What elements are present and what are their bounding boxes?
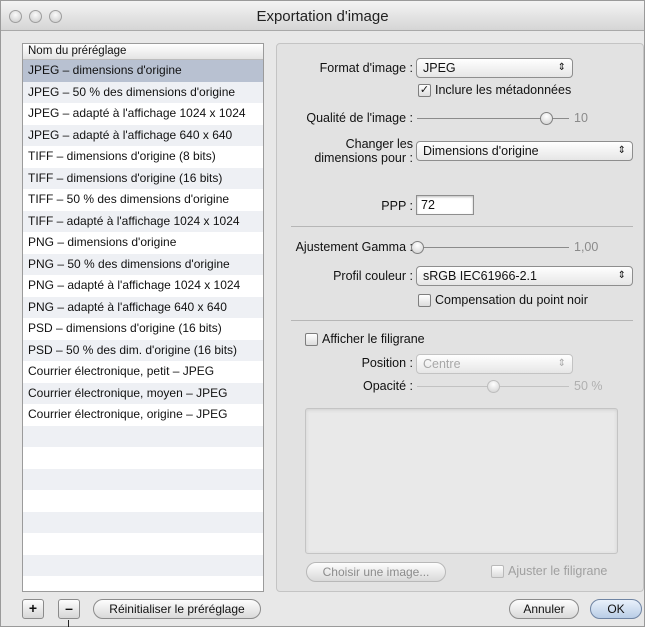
export-image-window: Exportation d'image Nom du préréglage JP…: [0, 0, 645, 627]
ppp-label: PPP :: [381, 199, 413, 213]
black-point-checkbox[interactable]: [418, 294, 431, 307]
opacity-slider-knob[interactable]: [487, 380, 500, 393]
preset-item[interactable]: TIFF – adapté à l'affichage 1024 x 1024: [23, 210, 263, 232]
preset-item[interactable]: Courrier électronique, moyen – JPEG: [23, 382, 263, 404]
opacity-value: 50 %: [574, 379, 603, 393]
checkmark-icon: ✓: [419, 84, 430, 96]
format-popup[interactable]: JPEG ⇕: [416, 58, 573, 78]
preset-item[interactable]: TIFF – dimensions d'origine (8 bits): [23, 146, 263, 168]
color-profile-popup[interactable]: sRGB IEC61966-2.1 ⇕: [416, 266, 633, 286]
separator: [291, 320, 633, 321]
gamma-label: Ajustement Gamma :: [295, 240, 413, 254]
updown-arrows-icon: ⇕: [617, 270, 626, 281]
empty-row: [23, 533, 263, 555]
settings-panel: Format d'image : JPEG ⇕ ✓ Inclure les mé…: [276, 43, 644, 592]
preset-item[interactable]: PNG – adapté à l'affichage 640 x 640: [23, 296, 263, 318]
preset-item[interactable]: PNG – dimensions d'origine: [23, 232, 263, 254]
preset-item[interactable]: Courrier électronique, petit – JPEG: [23, 361, 263, 383]
empty-row: [23, 511, 263, 533]
preset-item[interactable]: PNG – adapté à l'affichage 1024 x 1024: [23, 275, 263, 297]
add-preset-button[interactable]: +: [22, 599, 44, 619]
position-popup[interactable]: Centre ⇕: [416, 354, 573, 374]
black-point-label: Compensation du point noir: [435, 293, 588, 307]
preset-item[interactable]: PNG – 50 % des dimensions d'origine: [23, 253, 263, 275]
resize-popup[interactable]: Dimensions d'origine ⇕: [416, 141, 633, 161]
fit-watermark-checkbox[interactable]: [491, 565, 504, 578]
cancel-button[interactable]: Annuler: [509, 599, 579, 619]
preset-list-header: Nom du préréglage: [23, 44, 263, 60]
preset-list[interactable]: Nom du préréglage JPEG – dimensions d'or…: [22, 43, 264, 592]
reset-preset-button[interactable]: Réinitialiser le préréglage: [93, 599, 261, 619]
preset-item[interactable]: PSD – dimensions d'origine (16 bits): [23, 318, 263, 340]
resize-label-line-2: dimensions pour :: [314, 151, 413, 165]
include-metadata-label: Inclure les métadonnées: [435, 83, 572, 97]
empty-row: [23, 576, 263, 591]
separator: [291, 226, 633, 227]
gamma-slider-track[interactable]: [417, 247, 569, 248]
position-value: Centre: [423, 357, 461, 371]
title-bar: Exportation d'image: [1, 1, 644, 31]
preset-item[interactable]: JPEG – dimensions d'origine: [23, 60, 263, 82]
preset-item[interactable]: TIFF – 50 % des dimensions d'origine: [23, 189, 263, 211]
preset-item[interactable]: JPEG – adapté à l'affichage 1024 x 1024: [23, 103, 263, 125]
ok-button[interactable]: OK: [590, 599, 642, 619]
include-metadata-checkbox[interactable]: ✓: [418, 84, 431, 97]
empty-row: [23, 554, 263, 576]
gamma-slider-knob[interactable]: [411, 241, 424, 254]
updown-arrows-icon: ⇕: [617, 145, 626, 156]
empty-row: [23, 447, 263, 469]
position-label: Position :: [361, 356, 413, 370]
color-profile-value: sRGB IEC61966-2.1: [423, 269, 537, 283]
opacity-label: Opacité :: [362, 379, 413, 393]
ppp-field[interactable]: 72: [416, 195, 474, 215]
quality-label: Qualité de l'image :: [306, 111, 413, 125]
choose-image-button[interactable]: Choisir une image...: [306, 562, 446, 582]
window-title: Exportation d'image: [256, 8, 389, 25]
preset-item[interactable]: JPEG – adapté à l'affichage 640 x 640: [23, 124, 263, 146]
quality-value: 10: [574, 111, 588, 125]
updown-arrows-icon: ⇕: [557, 358, 566, 369]
format-label: Format d'image :: [319, 61, 413, 75]
watermark-preview[interactable]: [305, 408, 618, 554]
preset-item[interactable]: TIFF – dimensions d'origine (16 bits): [23, 167, 263, 189]
color-profile-label: Profil couleur :: [333, 269, 413, 283]
preset-rows: JPEG – dimensions d'origine JPEG – 50 % d…: [23, 60, 263, 591]
remove-preset-button[interactable]: –: [58, 599, 80, 619]
gamma-value: 1,00: [574, 240, 599, 254]
empty-row: [23, 425, 263, 447]
show-watermark-label: Afficher le filigrane: [322, 332, 425, 346]
pointer-marker: [68, 620, 69, 627]
resize-label: Changer les dimensions pour :: [277, 137, 413, 165]
resize-value: Dimensions d'origine: [423, 144, 539, 158]
preset-item[interactable]: PSD – 50 % des dim. d'origine (16 bits): [23, 339, 263, 361]
empty-row: [23, 468, 263, 490]
empty-row: [23, 490, 263, 512]
show-watermark-checkbox[interactable]: [305, 333, 318, 346]
preset-item[interactable]: Courrier électronique, origine – JPEG: [23, 404, 263, 426]
quality-slider-knob[interactable]: [540, 112, 554, 125]
resize-label-line-1: Changer les: [345, 137, 413, 151]
updown-arrows-icon: ⇕: [557, 62, 566, 73]
preset-item[interactable]: JPEG – 50 % des dimensions d'origine: [23, 81, 263, 103]
format-value: JPEG: [423, 61, 456, 75]
fit-watermark-label: Ajuster le filigrane: [508, 564, 608, 578]
